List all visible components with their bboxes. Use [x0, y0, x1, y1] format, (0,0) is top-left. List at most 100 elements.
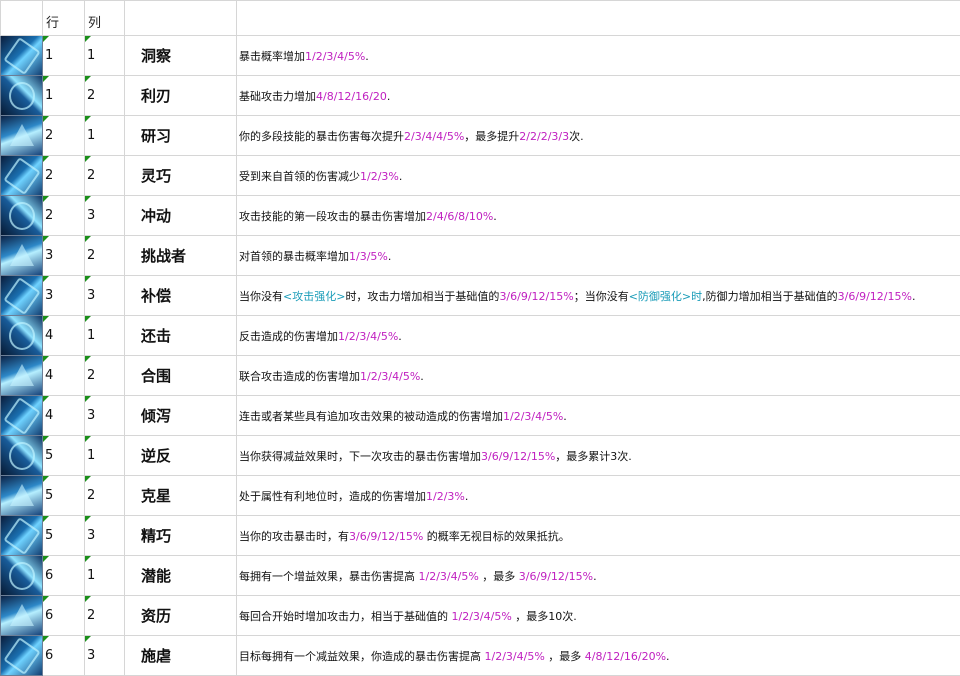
talent-desc-cell[interactable]: 连击或者某些具有追加攻击效果的被动造成的伤害增加1/2/3/4/5%.	[237, 396, 960, 436]
row-number-cell[interactable]: 3	[43, 236, 85, 276]
icon-cell[interactable]	[1, 556, 43, 596]
icon-cell[interactable]	[1, 596, 43, 636]
row-number-cell[interactable]: 2	[43, 156, 85, 196]
col-number-cell[interactable]: 3	[85, 636, 125, 676]
target-icon	[1, 356, 43, 395]
talent-desc-cell[interactable]: 暴击概率增加1/2/3/4/5%.	[237, 36, 960, 76]
talent-desc-cell[interactable]: 你的多段技能的暴击伤害每次提升2/3/4/4/5%，最多提升2/2/2/3/3次…	[237, 116, 960, 156]
value-text: 2/3/4/4/5%	[404, 130, 464, 143]
row-number-cell[interactable]: 3	[43, 276, 85, 316]
desc-text: 的概率无视目标的效果抵抗。	[423, 530, 570, 543]
value-text: 3/6/9/12/15%	[838, 290, 912, 303]
talent-name-cell[interactable]: 洞察	[125, 36, 237, 76]
row-number-cell[interactable]: 4	[43, 396, 85, 436]
sadist-icon	[1, 636, 43, 675]
header-name-cell[interactable]	[125, 1, 237, 36]
col-number-cell[interactable]: 2	[85, 156, 125, 196]
talent-name-cell[interactable]: 挑战者	[125, 236, 237, 276]
talent-name-cell[interactable]: 倾泻	[125, 396, 237, 436]
talent-desc-cell[interactable]: 每拥有一个增益效果，暴击伤害提高 1/2/3/4/5% ，最多 3/6/9/12…	[237, 556, 960, 596]
icon-cell[interactable]	[1, 636, 43, 676]
talent-desc-cell[interactable]: 当你的攻击暴击时，有3/6/9/12/15% 的概率无视目标的效果抵抗。	[237, 516, 960, 556]
talent-name-cell[interactable]: 补偿	[125, 276, 237, 316]
col-number-cell[interactable]: 2	[85, 476, 125, 516]
row-number-cell[interactable]: 5	[43, 476, 85, 516]
icon-cell[interactable]	[1, 436, 43, 476]
col-number-cell[interactable]: 1	[85, 556, 125, 596]
row-number-cell[interactable]: 4	[43, 356, 85, 396]
talent-name-cell[interactable]: 合围	[125, 356, 237, 396]
row-number-cell[interactable]: 6	[43, 596, 85, 636]
table-row: 1 1 洞察 暴击概率增加1/2/3/4/5%.	[1, 36, 960, 76]
talent-desc-cell[interactable]: 对首领的暴击概率增加1/3/5%.	[237, 236, 960, 276]
value-text: 1/3/5%	[349, 250, 388, 263]
talent-name-cell[interactable]: 冲动	[125, 196, 237, 236]
talent-desc-cell[interactable]: 处于属性有利地位时，造成的伤害增加1/2/3%.	[237, 476, 960, 516]
row-number-cell[interactable]: 2	[43, 116, 85, 156]
row-number-cell[interactable]: 6	[43, 556, 85, 596]
icon-cell[interactable]	[1, 356, 43, 396]
nemesis-icon	[1, 476, 43, 515]
icon-cell[interactable]	[1, 476, 43, 516]
desc-text: .	[912, 290, 916, 303]
talent-desc-cell[interactable]: 联合攻击造成的伤害增加1/2/3/4/5%.	[237, 356, 960, 396]
talent-name-cell[interactable]: 潜能	[125, 556, 237, 596]
col-number-cell[interactable]: 1	[85, 116, 125, 156]
talent-desc-cell[interactable]: 受到来自首领的伤害减少1/2/3%.	[237, 156, 960, 196]
row-number-cell[interactable]: 1	[43, 36, 85, 76]
icon-cell[interactable]	[1, 156, 43, 196]
talent-name-cell[interactable]: 研习	[125, 116, 237, 156]
talent-name-cell[interactable]: 克星	[125, 476, 237, 516]
row-number-cell[interactable]: 5	[43, 436, 85, 476]
col-number-cell[interactable]: 2	[85, 76, 125, 116]
icon-cell[interactable]	[1, 36, 43, 76]
row-number-cell[interactable]: 5	[43, 516, 85, 556]
header-col-label[interactable]: 列	[85, 1, 125, 36]
talent-name-cell[interactable]: 施虐	[125, 636, 237, 676]
icon-cell[interactable]	[1, 316, 43, 356]
talent-desc-cell[interactable]: 目标每拥有一个减益效果，你造成的暴击伤害提高 1/2/3/4/5% ，最多 4/…	[237, 636, 960, 676]
talent-name-cell[interactable]: 逆反	[125, 436, 237, 476]
col-number-cell[interactable]: 1	[85, 316, 125, 356]
icon-cell[interactable]	[1, 116, 43, 156]
col-number-cell[interactable]: 2	[85, 596, 125, 636]
header-icon-cell[interactable]	[1, 1, 43, 36]
talent-desc-cell[interactable]: 每回合开始时增加攻击力，相当于基础值的 1/2/3/4/5% ，最多10次.	[237, 596, 960, 636]
icon-cell[interactable]	[1, 276, 43, 316]
talent-desc-cell[interactable]: 攻击技能的第一段攻击的暴击伤害增加2/4/6/8/10%.	[237, 196, 960, 236]
talent-desc-cell[interactable]: 反击造成的伤害增加1/2/3/4/5%.	[237, 316, 960, 356]
col-number-cell[interactable]: 3	[85, 196, 125, 236]
icon-cell[interactable]	[1, 516, 43, 556]
col-number-cell[interactable]: 3	[85, 516, 125, 556]
col-number-cell[interactable]: 2	[85, 236, 125, 276]
row-number-cell[interactable]: 2	[43, 196, 85, 236]
row-number-cell[interactable]: 1	[43, 76, 85, 116]
talent-name-cell[interactable]: 灵巧	[125, 156, 237, 196]
talent-name-cell[interactable]: 资历	[125, 596, 237, 636]
desc-text: 你的多段技能的暴击伤害每次提升	[239, 130, 404, 143]
row-number-cell[interactable]: 4	[43, 316, 85, 356]
talent-desc-cell[interactable]: 当你获得减益效果时，下一次攻击的暴击伤害增加3/6/9/12/15%，最多累计3…	[237, 436, 960, 476]
row-number-cell[interactable]: 6	[43, 636, 85, 676]
talent-name-cell[interactable]: 精巧	[125, 516, 237, 556]
col-number-cell[interactable]: 3	[85, 276, 125, 316]
col-number-cell[interactable]: 3	[85, 396, 125, 436]
desc-text: 每拥有一个增益效果，暴击伤害提高	[239, 570, 419, 583]
col-number-cell[interactable]: 1	[85, 436, 125, 476]
header-row-label[interactable]: 行	[43, 1, 85, 36]
talent-desc-cell[interactable]: 基础攻击力增加4/8/12/16/20.	[237, 76, 960, 116]
icon-cell[interactable]	[1, 396, 43, 436]
col-number-cell[interactable]: 1	[85, 36, 125, 76]
value-text: 2/4/6/8/10%	[426, 210, 493, 223]
talent-name-cell[interactable]: 还击	[125, 316, 237, 356]
header-desc-cell[interactable]	[237, 1, 960, 36]
desc-text: 目标每拥有一个减益效果，你造成的暴击伤害提高	[239, 650, 485, 663]
talent-name-cell[interactable]: 利刃	[125, 76, 237, 116]
icon-cell[interactable]	[1, 196, 43, 236]
value-text: 4/8/12/16/20	[316, 90, 387, 103]
value-text: 1/2/3/4/5%	[305, 50, 365, 63]
talent-desc-cell[interactable]: 当你没有<攻击强化>时，攻击力增加相当于基础值的3/6/9/12/15%；当你没…	[237, 276, 960, 316]
icon-cell[interactable]	[1, 236, 43, 276]
icon-cell[interactable]	[1, 76, 43, 116]
col-number-cell[interactable]: 2	[85, 356, 125, 396]
